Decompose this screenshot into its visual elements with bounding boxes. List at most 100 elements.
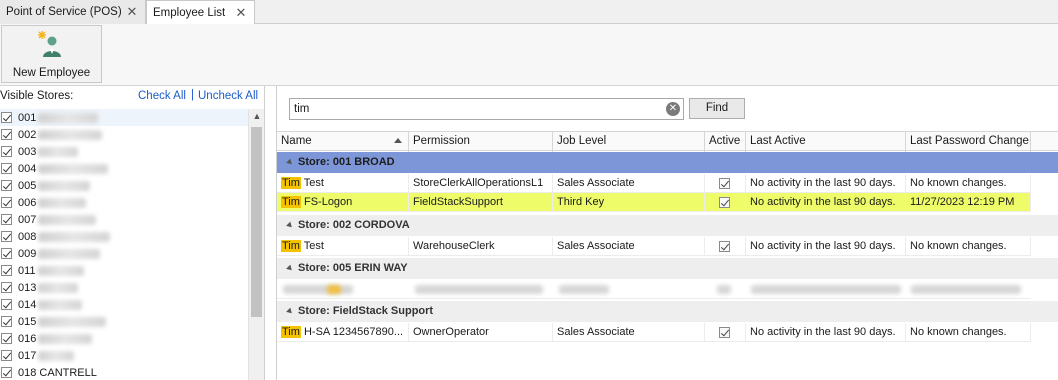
sort-ascending-icon [394, 138, 402, 143]
store-item[interactable]: 007 [0, 211, 248, 228]
scroll-up-icon[interactable]: ▲ [249, 111, 265, 125]
store-checkbox[interactable] [1, 146, 12, 157]
store-item[interactable]: 008 [0, 228, 248, 245]
column-header-active[interactable]: Active [705, 132, 746, 152]
redacted-text [415, 285, 543, 294]
column-header-last-active[interactable]: Last Active [746, 132, 906, 152]
last-password-change-cell: No known changes. [906, 237, 1031, 256]
store-item[interactable]: 009 [0, 245, 248, 262]
tab-point-of-service[interactable]: Point of Service (POS) ✕ [0, 0, 146, 24]
store-item[interactable]: 018 CANTRELL [0, 364, 248, 380]
column-header-last-password-change[interactable]: Last Password Change [906, 132, 1031, 152]
collapse-icon[interactable] [286, 221, 294, 229]
group-header[interactable]: Store: 005 ERIN WAY [277, 258, 1058, 279]
store-item[interactable]: 011 [0, 262, 248, 279]
store-checkbox[interactable] [1, 197, 12, 208]
store-checkbox[interactable] [1, 265, 12, 276]
permission-cell: StoreClerkAllOperationsL1 [409, 174, 553, 193]
redacted-text [38, 333, 93, 344]
store-list-scrollbar[interactable]: ▲ [248, 109, 264, 380]
table-row-redacted[interactable] [277, 280, 1031, 299]
permission-cell: FieldStackSupport [409, 193, 553, 212]
tab-bar: Point of Service (POS) ✕ Employee List ✕ [0, 0, 1058, 25]
store-item[interactable]: 002 [0, 126, 248, 143]
store-item[interactable]: 017 [0, 347, 248, 364]
new-employee-button[interactable]: New Employee [1, 25, 102, 83]
store-item[interactable]: 004 [0, 160, 248, 177]
store-checkbox[interactable] [1, 248, 12, 259]
table-row-selected[interactable]: Tim FS-Logon FieldStackSupport Third Key… [277, 193, 1031, 212]
grid-header: Name Permission Job Level Active Last Ac… [277, 131, 1058, 152]
active-checkbox[interactable] [719, 197, 730, 208]
store-item[interactable]: 015 [0, 313, 248, 330]
group-header[interactable]: Store: 002 CORDOVA [277, 215, 1058, 236]
redacted-text [38, 180, 91, 191]
redacted-text [38, 316, 107, 327]
redacted-text [38, 299, 83, 310]
uncheck-all-link[interactable]: Uncheck All [198, 90, 258, 102]
collapse-icon[interactable] [286, 158, 294, 166]
store-checkbox[interactable] [1, 231, 12, 242]
table-row[interactable]: Tim Test StoreClerkAllOperationsL1 Sales… [277, 174, 1031, 193]
store-checkbox[interactable] [1, 282, 12, 293]
redacted-text [717, 285, 731, 294]
active-cell [705, 237, 746, 256]
name-cell: Tim H-SA 1234567890... [277, 323, 409, 342]
job-level-cell: Sales Associate [553, 237, 705, 256]
stores-header: Visible Stores: Check All | Uncheck All [0, 86, 265, 108]
last-password-change-cell: No known changes. [906, 174, 1031, 193]
last-active-cell: No activity in the last 90 days. [746, 323, 906, 342]
column-header-job-level[interactable]: Job Level [553, 132, 705, 152]
collapse-icon[interactable] [286, 307, 294, 315]
group-header[interactable]: Store: 001 BROAD [277, 152, 1058, 173]
name-cell: Tim FS-Logon [277, 193, 409, 212]
search-value: tim [294, 103, 310, 115]
collapse-icon[interactable] [286, 264, 294, 272]
find-button[interactable]: Find [689, 98, 745, 119]
last-password-change-cell: No known changes. [906, 323, 1031, 342]
active-cell [705, 174, 746, 193]
store-checkbox[interactable] [1, 163, 12, 174]
redacted-highlight [327, 285, 341, 294]
store-checkbox[interactable] [1, 299, 12, 310]
name-cell: Tim Test [277, 237, 409, 256]
redacted-text [38, 129, 103, 140]
table-row[interactable]: Tim H-SA 1234567890... OwnerOperator Sal… [277, 323, 1031, 342]
redacted-text [38, 231, 111, 242]
close-icon[interactable]: ✕ [234, 5, 248, 21]
store-checkbox[interactable] [1, 112, 12, 123]
store-checkbox[interactable] [1, 350, 12, 361]
active-checkbox[interactable] [719, 241, 730, 252]
redacted-text [559, 285, 609, 294]
store-item[interactable]: 005 [0, 177, 248, 194]
store-item[interactable]: 014 [0, 296, 248, 313]
active-checkbox[interactable] [719, 327, 730, 338]
store-checkbox[interactable] [1, 214, 12, 225]
store-item[interactable]: 016 [0, 330, 248, 347]
check-all-link[interactable]: Check All [138, 90, 186, 102]
redacted-text [37, 265, 84, 276]
store-item[interactable]: 013 [0, 279, 248, 296]
job-level-cell: Sales Associate [553, 323, 705, 342]
redacted-text [38, 197, 87, 208]
tab-label: Employee List [153, 7, 226, 19]
store-item[interactable]: 006 [0, 194, 248, 211]
tab-employee-list[interactable]: Employee List ✕ [146, 0, 255, 25]
store-item[interactable]: 001 [0, 109, 248, 126]
search-input[interactable]: tim ✕ [289, 98, 684, 120]
table-row[interactable]: Tim Test WarehouseClerk Sales Associate … [277, 237, 1031, 256]
clear-search-icon[interactable]: ✕ [666, 102, 680, 116]
store-item[interactable]: 003 [0, 143, 248, 160]
column-header-name[interactable]: Name [277, 132, 409, 152]
active-checkbox[interactable] [719, 178, 730, 189]
employee-list-panel: tim ✕ Find Name Permission Job Level Act… [276, 86, 1058, 380]
store-checkbox[interactable] [1, 316, 12, 327]
store-checkbox[interactable] [1, 129, 12, 140]
scroll-thumb[interactable] [251, 127, 262, 317]
group-header[interactable]: Store: FieldStack Support [277, 301, 1058, 322]
close-icon[interactable]: ✕ [125, 4, 139, 20]
store-checkbox[interactable] [1, 367, 12, 378]
store-checkbox[interactable] [1, 333, 12, 344]
store-checkbox[interactable] [1, 180, 12, 191]
column-header-permission[interactable]: Permission [409, 132, 553, 152]
